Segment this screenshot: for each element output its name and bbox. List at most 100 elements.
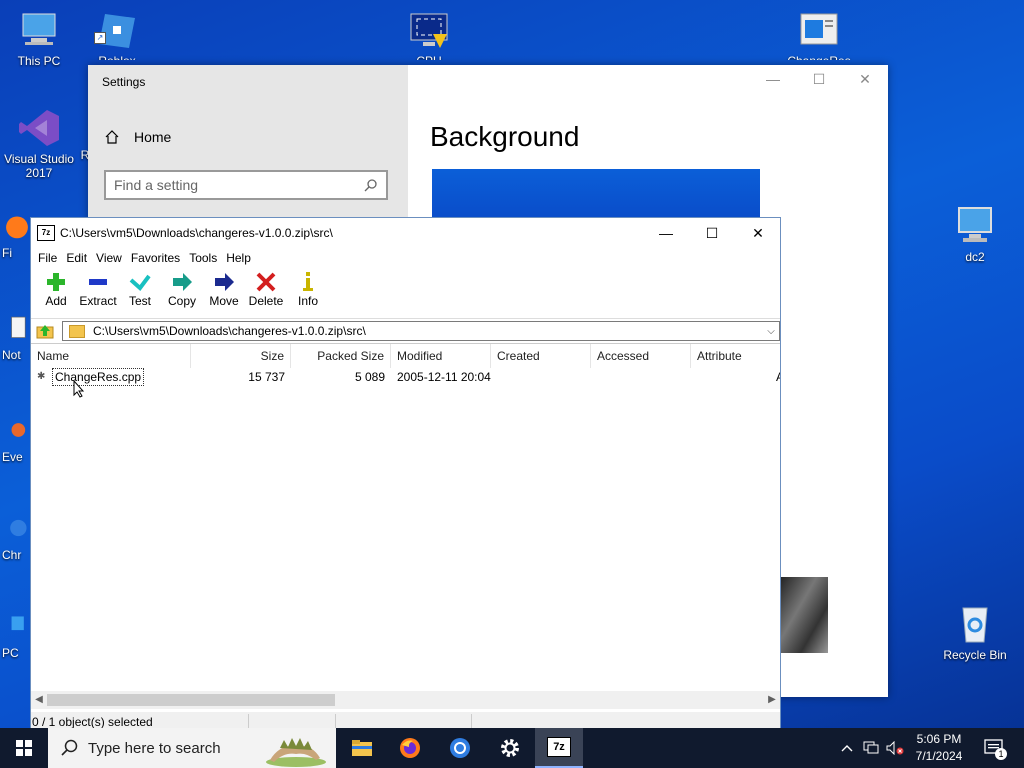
extract-button[interactable]: Extract [77,268,119,308]
column-name[interactable]: Name [31,344,191,368]
column-created[interactable]: Created [491,344,591,368]
desktop-icon-this-pc[interactable]: This PC [2,10,76,68]
tray-chevron-up-icon[interactable] [836,728,858,768]
folder-icon [69,324,85,338]
taskbar: Type here to search 7z 5:06 PM 7/1/2024 … [0,728,1024,768]
horizontal-scrollbar[interactable]: ◀ ▶ [31,691,780,709]
computer-icon [22,13,56,45]
gear-icon [501,739,519,757]
taskbar-settings[interactable] [486,728,534,768]
file-packed-size: 5 089 [354,370,385,384]
menu-tools[interactable]: Tools [184,251,221,265]
7zip-maximize-button[interactable]: ☐ [689,218,735,248]
desktop-icon-label: Recycle Bin [943,648,1007,662]
desktop-icon-firefox[interactable]: Fi [2,206,32,260]
status-divider [248,714,249,728]
desktop-icon-visual-studio[interactable]: Visual Studio 2017 [2,108,76,180]
chevron-down-icon[interactable]: ⌵ [763,326,779,337]
menu-favorites[interactable]: Favorites [126,251,184,265]
menu-edit[interactable]: Edit [61,251,91,265]
move-label: Move [209,294,239,308]
desktop-icon-roblox-studio[interactable]: ↗ Roblox Studio [80,10,154,60]
file-name[interactable]: ChangeRes.cpp [52,368,145,386]
taskbar-clock[interactable]: 5:06 PM 7/1/2024 [906,731,972,765]
desktop-icon-cpu[interactable]: CPU [392,10,466,60]
volume-muted-icon[interactable] [884,728,906,768]
scrollbar-thumb[interactable] [47,694,335,706]
column-size[interactable]: Size [191,344,291,368]
desktop-icon-recycle-bin[interactable]: Recycle Bin [938,604,1012,662]
info-label: Info [297,294,318,308]
network-icon[interactable] [860,728,882,768]
desktop-icon-everything[interactable]: Eve [2,410,32,464]
home-icon [105,130,119,144]
address-bar[interactable]: C:\Users\vm5\Downloads\changeres-v1.0.0.… [62,321,780,341]
column-modified[interactable]: Modified [391,344,491,368]
notification-count-badge: 1 [995,748,1007,760]
roblox-studio-icon [99,14,135,48]
menu-file[interactable]: File [33,251,61,265]
delete-label: Delete [248,294,284,308]
taskbar-chrome[interactable] [436,728,484,768]
shortcut-arrow-icon: ↗ [94,32,106,44]
notification-button[interactable]: 1 [980,728,1008,768]
add-button[interactable]: Add [35,268,77,308]
add-label: Add [45,294,67,308]
desktop-icon-notepad[interactable]: Not [2,308,32,362]
desktop-icon-label: This PC [17,54,61,68]
status-text: 0 / 1 object(s) selected [32,715,153,729]
notepad-icon [11,316,26,338]
table-row[interactable]: ✱ ChangeRes.cpp 15 737 5 089 2005-12-11 … [31,368,780,386]
test-icon [129,274,151,291]
folder-up-icon [36,325,54,339]
settings-minimize-button[interactable]: — [750,71,796,87]
parent-folder-button[interactable] [33,320,57,342]
move-button[interactable]: Move [203,268,245,308]
desktop-icon-label: ChangeRes [782,54,856,60]
desktop-icon-label: Eve [2,450,23,464]
chrome-icon [450,738,470,758]
taskbar-firefox[interactable] [386,728,434,768]
settings-search-input[interactable]: Find a setting [104,170,388,200]
start-button[interactable] [0,728,48,768]
7zip-title: C:\Users\vm5\Downloads\changeres-v1.0.0.… [60,226,333,240]
search-icon [61,739,78,756]
settings-close-button[interactable]: ✕ [842,71,888,88]
settings-page-title: Background [430,121,580,152]
test-button[interactable]: Test [119,268,161,308]
desktop-icon-label: Chr [2,548,22,562]
clock-time: 5:06 PM [916,732,962,746]
column-accessed[interactable]: Accessed [591,344,691,368]
column-headers: Name Size Packed Size Modified Created A… [31,344,780,369]
menu-view[interactable]: View [91,251,126,265]
desktop-icon-chrome[interactable]: Chr [2,508,32,562]
desktop-icon-pc[interactable]: PC [2,606,32,660]
copy-button[interactable]: Copy [161,268,203,308]
info-button[interactable]: Info [287,268,329,308]
column-attributes[interactable]: Attribute [691,344,780,368]
info-icon [303,272,313,291]
extract-label: Extract [79,294,117,308]
settings-home-link[interactable]: Home [104,129,171,145]
settings-maximize-button[interactable]: ☐ [796,71,842,88]
column-packed-size[interactable]: Packed Size [291,344,391,368]
settings-home-label: Home [134,129,172,145]
desktop-icon-changeres[interactable]: ChangeRes [782,10,856,60]
clock-date: 7/1/2024 [915,749,963,763]
file-attributes: A [776,368,780,386]
desktop-icon-dc2[interactable]: dc2 [938,206,1012,264]
7zip-close-button[interactable]: ✕ [735,218,781,248]
scroll-left-icon[interactable]: ◀ [31,691,47,709]
menu-help[interactable]: Help [221,251,255,265]
taskbar-file-explorer[interactable] [338,728,386,768]
scroll-right-icon[interactable]: ▶ [764,691,780,709]
7zip-minimize-button[interactable]: — [643,218,689,248]
desktop-icon-label: Fi [2,246,12,260]
7zip-titlebar[interactable]: 7z C:\Users\vm5\Downloads\changeres-v1.0… [31,218,780,248]
delete-button[interactable]: Delete [245,268,287,308]
toolbar: Add Extract Test Copy Move Delete Info [31,268,780,319]
taskbar-search-box[interactable]: Type here to search [48,728,336,768]
7zip-window[interactable]: 7z C:\Users\vm5\Downloads\changeres-v1.0… [30,217,781,730]
background-thumbnail[interactable] [780,577,828,653]
taskbar-7zip[interactable]: 7z [535,728,583,768]
